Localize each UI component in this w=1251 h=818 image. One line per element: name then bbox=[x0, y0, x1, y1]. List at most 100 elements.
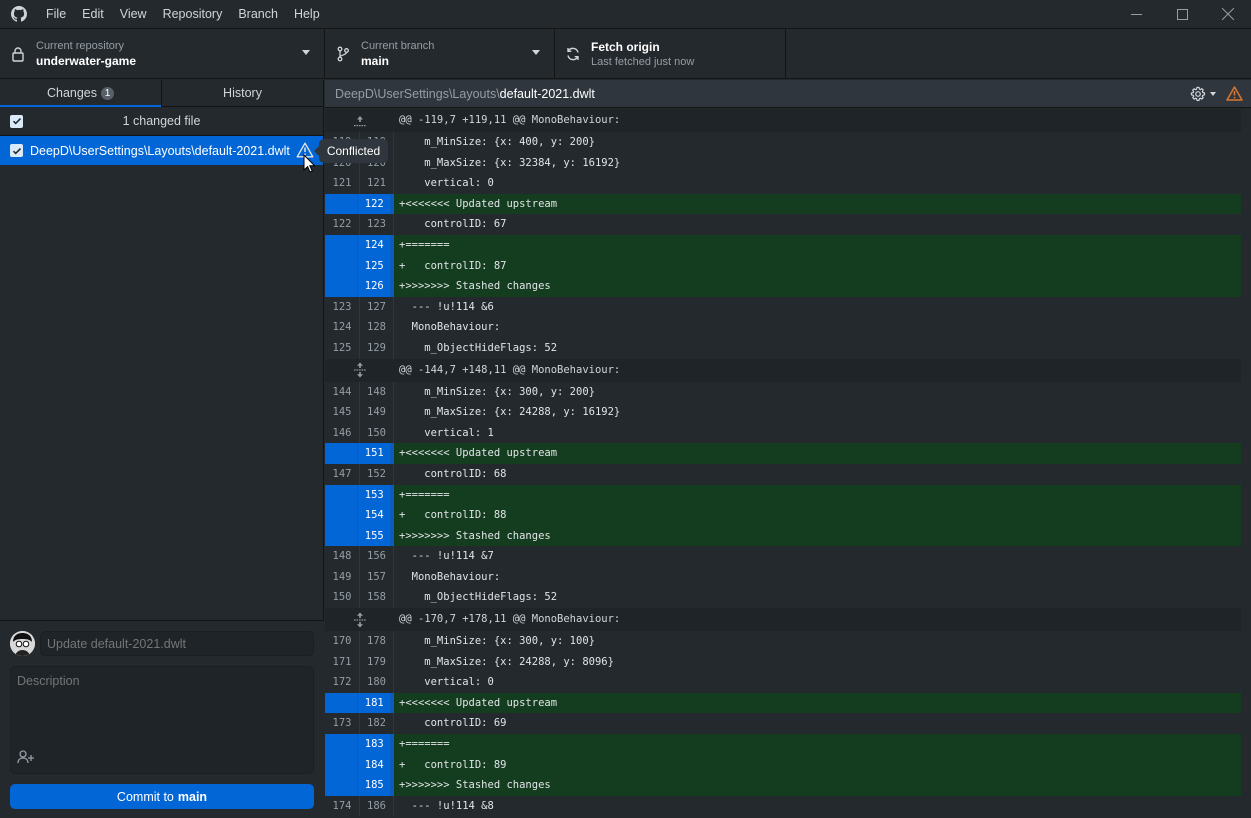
line-gutter[interactable]: 183 bbox=[325, 734, 394, 755]
line-gutter[interactable]: 155 bbox=[325, 525, 394, 547]
line-gutter[interactable]: 121 121 bbox=[325, 173, 394, 194]
line-gutter[interactable]: 145 149 bbox=[325, 402, 394, 423]
diff-hunk-header: @@ -170,7 +178,11 @@ MonoBehaviour: bbox=[325, 608, 1241, 632]
line-content: controlID: 69 bbox=[399, 717, 507, 730]
add-coauthor-icon[interactable] bbox=[17, 750, 35, 767]
line-gutter[interactable]: 154 bbox=[325, 505, 394, 526]
old-line-number: 149 bbox=[332, 570, 352, 583]
hunk-expander-button[interactable] bbox=[325, 109, 394, 132]
diff-line-added[interactable]: 125 + controlID: 87 bbox=[325, 255, 1241, 277]
diff-line-added[interactable]: 124 +======= bbox=[325, 234, 1241, 256]
current-repository-button[interactable]: Current repository underwater-game bbox=[0, 29, 325, 78]
line-content: --- !u!114 &7 bbox=[399, 550, 494, 563]
warning-icon[interactable] bbox=[1226, 86, 1243, 101]
lock-icon bbox=[0, 46, 36, 62]
diff-line-added[interactable]: 154 + controlID: 88 bbox=[325, 505, 1241, 526]
diff-scrollbar[interactable] bbox=[1241, 109, 1251, 818]
line-gutter[interactable]: 123 127 bbox=[325, 296, 394, 318]
menu-view[interactable]: View bbox=[112, 0, 155, 29]
line-content: m_MaxSize: {x: 32384, y: 16192} bbox=[399, 156, 621, 169]
line-gutter[interactable]: 122 bbox=[325, 193, 394, 215]
changed-files-count: 1 changed file bbox=[122, 114, 201, 128]
old-line-number bbox=[325, 485, 357, 506]
menu-help[interactable]: Help bbox=[286, 0, 328, 29]
new-line-number: 151 bbox=[357, 443, 390, 464]
close-icon bbox=[1222, 8, 1234, 20]
hunk-expander-button[interactable] bbox=[325, 358, 394, 382]
menu-edit[interactable]: Edit bbox=[74, 0, 112, 29]
line-gutter[interactable]: 185 bbox=[325, 775, 394, 796]
diff-line-context: 120120 m_MaxSize: {x: 32384, y: 16192} bbox=[325, 152, 1241, 174]
old-line-number: 124 bbox=[332, 321, 352, 334]
line-content: --- !u!114 &8 bbox=[399, 799, 494, 812]
line-gutter[interactable]: 149 157 bbox=[325, 566, 394, 588]
line-gutter[interactable]: 181 bbox=[325, 692, 394, 714]
old-line-number: 144 bbox=[332, 385, 352, 398]
diff-line-added[interactable]: 183 +======= bbox=[325, 734, 1241, 755]
line-content: m_MaxSize: {x: 24288, y: 16192} bbox=[399, 406, 621, 419]
menu-repository[interactable]: Repository bbox=[155, 0, 231, 29]
line-content: vertical: 0 bbox=[399, 177, 494, 190]
tab-changes[interactable]: Changes 1 bbox=[0, 80, 161, 107]
diff-line-context: 173 182 controlID: 69 bbox=[325, 713, 1241, 735]
line-gutter[interactable]: 172 180 bbox=[325, 672, 394, 693]
maximize-icon bbox=[1176, 8, 1188, 20]
line-gutter[interactable]: 146 150 bbox=[325, 422, 394, 444]
diff-line-added[interactable]: 126 +>>>>>>> Stashed changes bbox=[325, 276, 1241, 297]
old-line-number: 145 bbox=[332, 406, 352, 419]
line-content: MonoBehaviour: bbox=[399, 321, 501, 334]
diff-line-added[interactable]: 185 +>>>>>>> Stashed changes bbox=[325, 775, 1241, 796]
line-gutter[interactable]: 170 178 bbox=[325, 631, 394, 652]
commit-button[interactable]: Commit to main bbox=[10, 784, 314, 809]
line-gutter[interactable]: 148 156 bbox=[325, 546, 394, 567]
menu-file[interactable]: File bbox=[38, 0, 74, 29]
line-gutter[interactable]: 144 148 bbox=[325, 381, 394, 403]
commit-summary-input[interactable] bbox=[40, 631, 314, 656]
line-gutter[interactable]: 125 129 bbox=[325, 337, 394, 359]
diff-line-added[interactable]: 122 +<<<<<<< Updated upstream bbox=[325, 193, 1241, 215]
changed-file-row[interactable]: DeepD\UserSettings\Layouts\default-2021.… bbox=[0, 136, 323, 165]
line-gutter[interactable]: 124 128 bbox=[325, 317, 394, 338]
tab-changes-label: Changes bbox=[46, 86, 98, 100]
tab-history[interactable]: History bbox=[161, 80, 323, 106]
hunk-expander-button[interactable] bbox=[325, 608, 394, 632]
diff-path-directory: DeepD\UserSettings\Layouts\ bbox=[335, 86, 500, 101]
old-line-number bbox=[325, 505, 357, 526]
line-content: + controlID: 87 bbox=[394, 255, 1241, 277]
select-all-checkbox[interactable] bbox=[10, 114, 23, 128]
file-checkbox[interactable] bbox=[10, 144, 23, 157]
diff-line-added[interactable]: 184 + controlID: 89 bbox=[325, 754, 1241, 776]
line-gutter[interactable]: 171 179 bbox=[325, 651, 394, 673]
line-gutter[interactable]: 124 bbox=[325, 234, 394, 256]
menu-branch[interactable]: Branch bbox=[230, 0, 286, 29]
commit-description-input[interactable] bbox=[11, 667, 313, 747]
line-gutter[interactable]: 122 123 bbox=[325, 214, 394, 235]
new-line-number: 126 bbox=[357, 276, 390, 297]
line-gutter[interactable]: 151 bbox=[325, 443, 394, 464]
line-gutter[interactable]: 125 bbox=[325, 255, 394, 277]
maximize-button[interactable] bbox=[1159, 0, 1205, 29]
sync-icon bbox=[555, 46, 591, 62]
line-gutter[interactable]: 184 bbox=[325, 754, 394, 776]
diff-settings-button[interactable] bbox=[1190, 86, 1222, 102]
diff-line-added[interactable]: 181 +<<<<<<< Updated upstream bbox=[325, 692, 1241, 714]
chevron-down-icon bbox=[1210, 91, 1216, 96]
diff-line-added[interactable]: 155 +>>>>>>> Stashed changes bbox=[325, 525, 1241, 547]
line-gutter[interactable]: 173 182 bbox=[325, 713, 394, 735]
old-line-number: 148 bbox=[332, 550, 352, 563]
line-gutter[interactable]: 147 152 bbox=[325, 463, 394, 485]
fetch-origin-button[interactable]: Fetch origin Last fetched just now bbox=[555, 29, 786, 78]
old-line-number: 122 bbox=[332, 218, 352, 231]
old-line-number: 125 bbox=[332, 341, 352, 354]
minimize-button[interactable] bbox=[1113, 0, 1159, 29]
diff-line-added[interactable]: 151 +<<<<<<< Updated upstream bbox=[325, 443, 1241, 464]
current-branch-button[interactable]: Current branch main bbox=[325, 29, 555, 78]
diff-line-context: 119119 m_MinSize: {x: 400, y: 200} bbox=[325, 132, 1241, 153]
line-gutter[interactable]: 174 186 bbox=[325, 795, 394, 817]
line-gutter[interactable]: 153 bbox=[325, 484, 394, 506]
line-gutter[interactable]: 150 158 bbox=[325, 587, 394, 609]
old-line-number: 150 bbox=[332, 591, 352, 604]
line-gutter[interactable]: 126 bbox=[325, 276, 394, 297]
close-button[interactable] bbox=[1205, 0, 1251, 29]
diff-line-added[interactable]: 153 +======= bbox=[325, 484, 1241, 506]
